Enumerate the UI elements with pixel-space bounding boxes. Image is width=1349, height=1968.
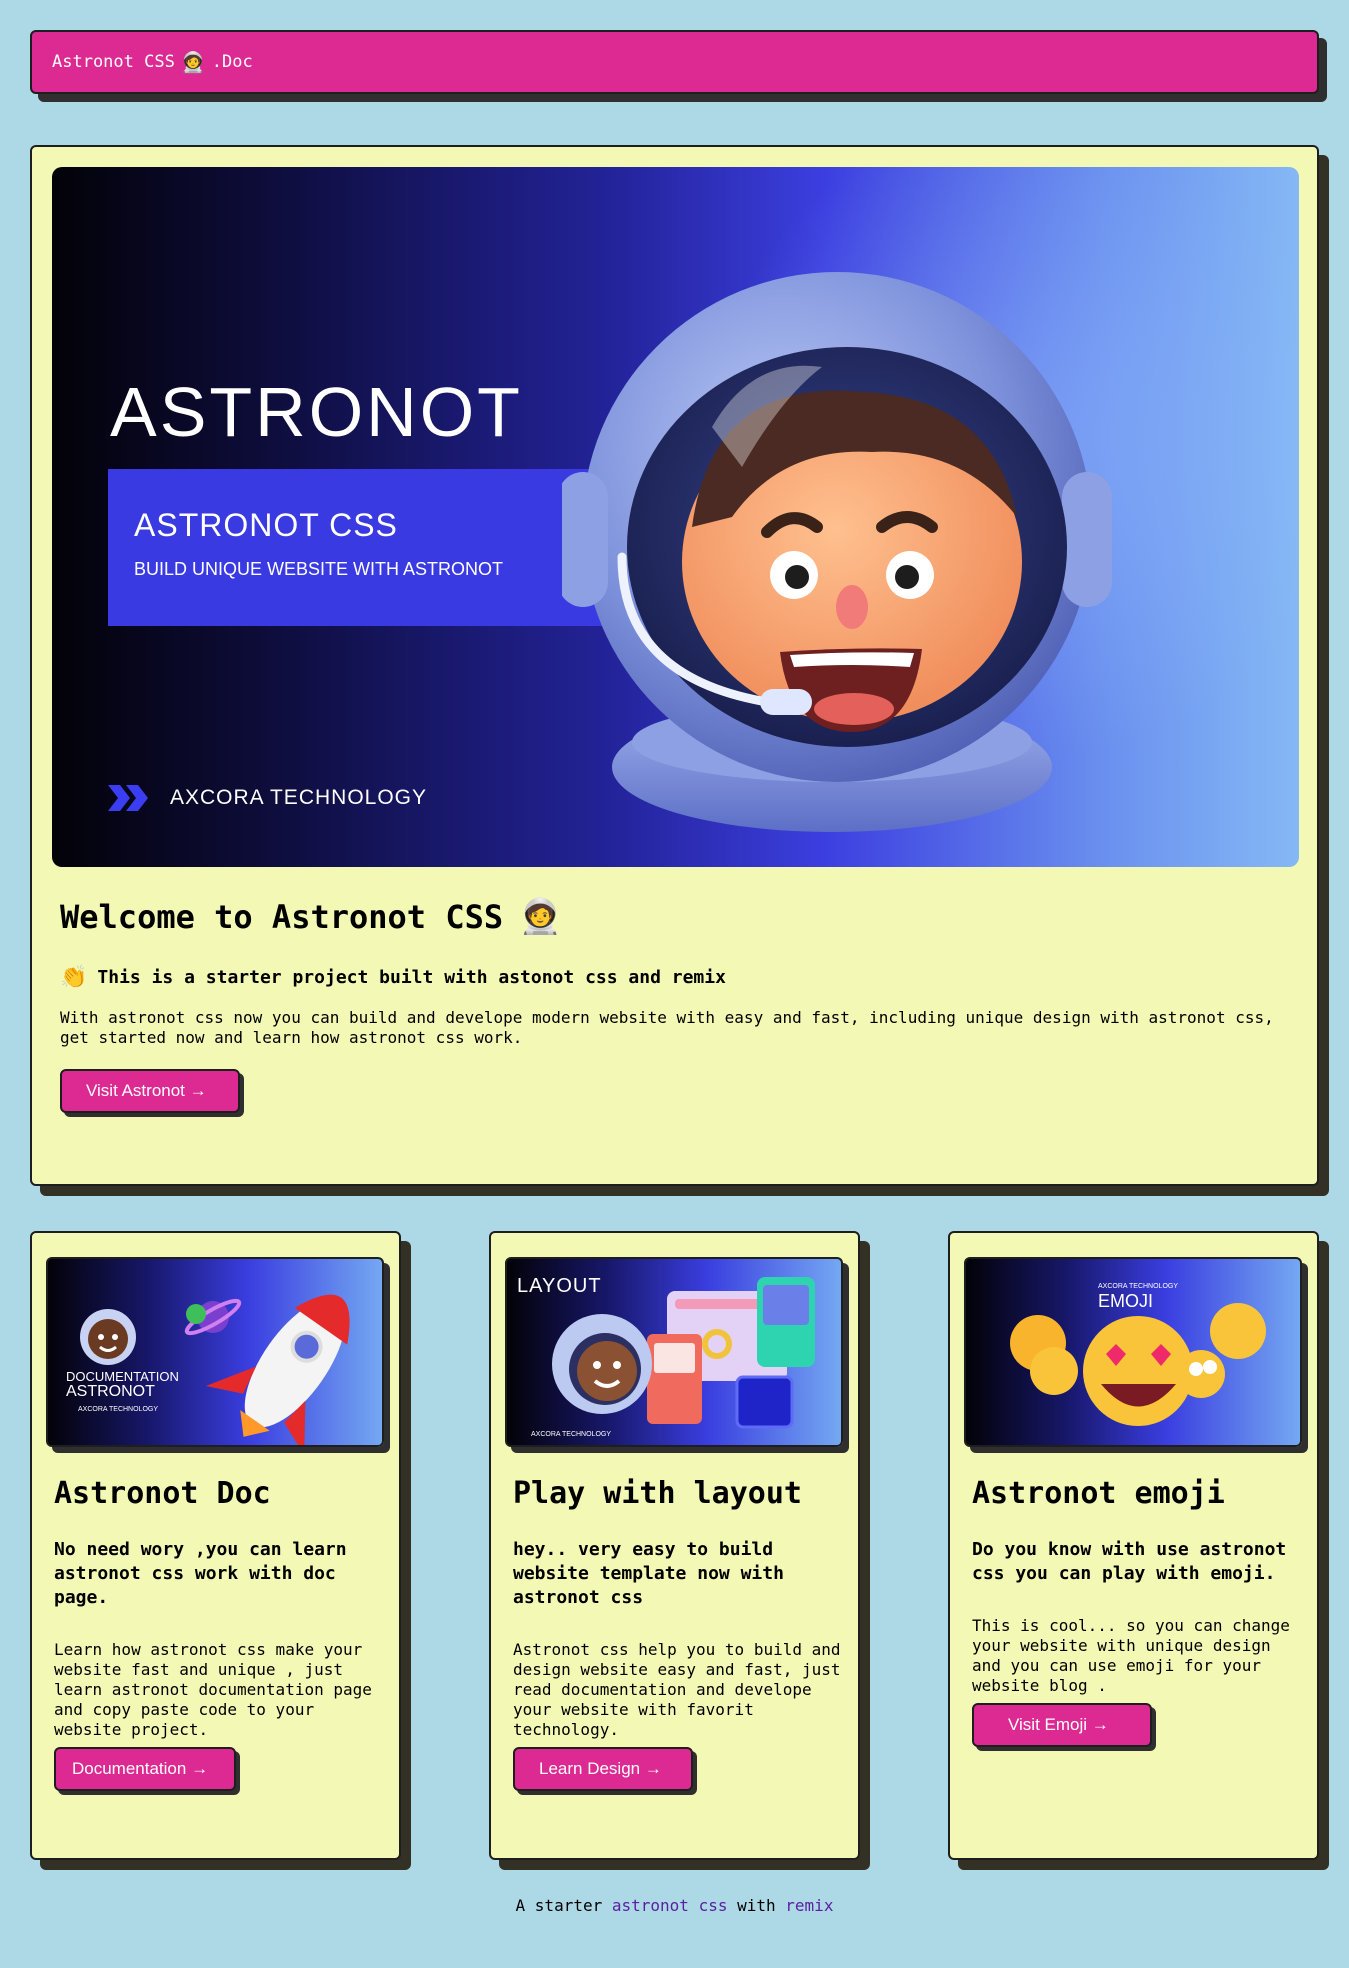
card-subtitle: hey.. very easy to build website templat… [513, 1539, 784, 1608]
doc-image-line1: DOCUMENTATION [66, 1369, 179, 1384]
banner-box-subtitle: BUILD UNIQUE WEBSITE WITH ASTRONOT [134, 559, 504, 579]
footer-remix-link[interactable]: remix [785, 1896, 833, 1915]
card-astronot-emoji: AXCORA TECHNOLOGY EMOJI Astronot emoji D… [948, 1231, 1319, 1860]
footer: A starter astronot css with remix [0, 1896, 1349, 1915]
layout-illustration-icon [552, 1277, 815, 1429]
learn-design-button[interactable]: Learn Design → [513, 1747, 693, 1791]
banner-big-title: ASTRONOT [110, 373, 523, 451]
nav-doc-link[interactable]: .Doc [212, 52, 253, 72]
footer-middle: with [737, 1896, 776, 1915]
banner-box-title: ASTRONOT CSS [134, 507, 398, 543]
card-title: Astronot emoji [972, 1476, 1225, 1511]
rocket-illustration-icon [80, 1294, 350, 1445]
visit-astronot-button[interactable]: Visit Astronot → [60, 1069, 240, 1113]
footer-astronot-link[interactable]: astronot css [612, 1896, 728, 1915]
astronaut-emoji-icon: 🧑‍🚀 [519, 897, 562, 937]
card-subtitle: Do you know with use astronot css you ca… [972, 1539, 1287, 1584]
emoji-faces-illustration-icon [1010, 1303, 1266, 1426]
card-subtitle: No need wory ,you can learn astronot css… [54, 1539, 347, 1608]
layout-card-image: LAYOUT AXCORA TECHNOLOGY [505, 1257, 843, 1447]
card-astronot-doc: DOCUMENTATION ASTRONOT AXCORA TECHNOLOGY… [30, 1231, 401, 1860]
emoji-card-image: AXCORA TECHNOLOGY EMOJI [964, 1257, 1302, 1447]
doc-image-line2: ASTRONOT [66, 1383, 155, 1400]
doc-card-image: DOCUMENTATION ASTRONOT AXCORA TECHNOLOGY [46, 1257, 384, 1447]
hero-banner-image: ASTRONOT ASTRONOT CSS BUILD UNIQUE WEBSI… [52, 167, 1299, 867]
astronaut-emoji-icon: 🧑‍🚀 [180, 50, 206, 74]
layout-image-brand: AXCORA TECHNOLOGY [531, 1431, 612, 1438]
documentation-button[interactable]: Documentation → [54, 1747, 236, 1791]
hero-subtitle-text: This is a starter project built with ast… [97, 967, 726, 988]
hero-title: Welcome to Astronot CSS 🧑‍🚀 [60, 897, 561, 937]
banner-brand: AXCORA TECHNOLOGY [108, 785, 427, 811]
card-description: Learn how astronot css make your website… [54, 1640, 372, 1739]
hero-subtitle: 👏 This is a starter project built with a… [60, 965, 726, 990]
chevrons-logo-icon [108, 785, 148, 811]
card-title: Play with layout [513, 1476, 802, 1511]
hero-title-text: Welcome to Astronot CSS [60, 898, 504, 936]
banner-box: ASTRONOT CSS BUILD UNIQUE WEBSITE WITH A… [108, 469, 628, 626]
clapping-hands-icon: 👏 [60, 965, 88, 990]
card-description: Astronot css help you to build and desig… [513, 1640, 841, 1739]
doc-image-brand: AXCORA TECHNOLOGY [78, 1406, 159, 1413]
footer-prefix: A starter [515, 1896, 603, 1915]
hero-description: With astronot css now you can build and … [60, 1008, 1274, 1047]
card-title: Astronot Doc [54, 1476, 271, 1511]
hero-card: ASTRONOT ASTRONOT CSS BUILD UNIQUE WEBSI… [30, 145, 1319, 1186]
card-description: This is cool... so you can change your w… [972, 1616, 1290, 1695]
nav-brand[interactable]: Astronot CSS [52, 52, 175, 72]
navbar: Astronot CSS 🧑‍🚀 .Doc [30, 30, 1319, 94]
banner-brand-label: AXCORA TECHNOLOGY [170, 786, 428, 809]
astronaut-illustration-icon [562, 272, 1112, 832]
card-play-with-layout: LAYOUT AXCORA TECHNOLOGY Play with layou… [489, 1231, 860, 1860]
visit-emoji-button[interactable]: Visit Emoji → [972, 1703, 1152, 1747]
